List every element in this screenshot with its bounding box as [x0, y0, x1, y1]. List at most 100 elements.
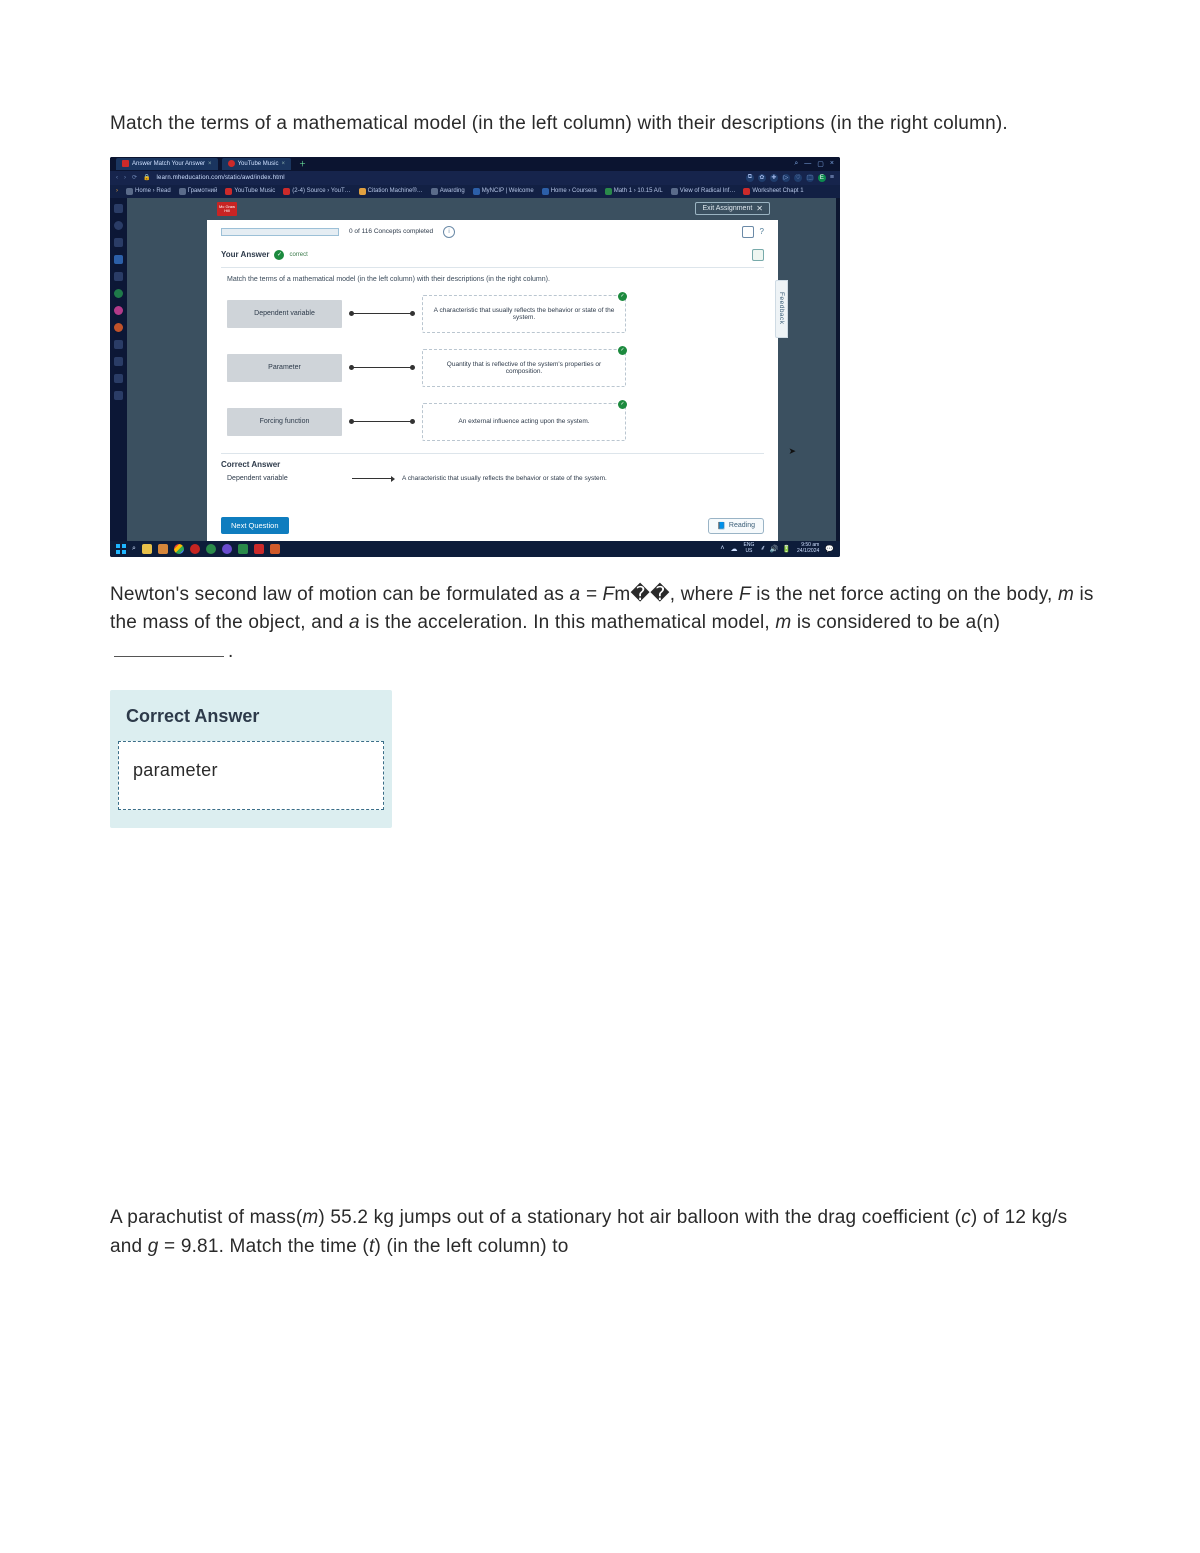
tab-2-title: YouTube Music — [238, 161, 279, 167]
term-box-3[interactable]: Forcing function — [227, 408, 342, 436]
your-answer-header: Your Answer ✓ correct — [221, 246, 764, 268]
addr-kebab-icon[interactable]: ≡ — [830, 174, 834, 181]
addr-profile-icon[interactable]: E — [818, 174, 826, 182]
desc-text-1: A characteristic that usually reflects t… — [429, 307, 619, 321]
correct-answer-card: Correct Answer parameter — [110, 690, 392, 828]
question-3-text: A parachutist of mass(m) 55.2 kg jumps o… — [110, 1204, 1100, 1261]
addr-icon-6[interactable]: ⬚ — [806, 174, 814, 182]
taskbar-app-icon-5[interactable] — [254, 544, 264, 554]
bookmark-3[interactable]: YouTube Music — [225, 188, 275, 195]
rail-icon-1[interactable] — [114, 204, 123, 213]
rail-icon-3[interactable] — [114, 238, 123, 247]
rail-icon-12[interactable] — [114, 391, 123, 400]
desc-text-3: An external influence acting upon the sy… — [458, 418, 589, 425]
window-max-icon[interactable]: ▢ — [817, 160, 824, 168]
feedback-tab[interactable]: Feedback — [775, 280, 788, 338]
lock-icon: 🔒 — [143, 174, 150, 181]
browser-tab-2[interactable]: YouTube Music × — [222, 158, 291, 170]
tray-wifi-icon[interactable]: ⸙ — [760, 544, 765, 553]
rail-icon-8[interactable] — [114, 323, 123, 332]
addr-icon-4[interactable]: ▷ — [782, 174, 790, 182]
window-search-icon[interactable]: ⌕ — [794, 160, 798, 168]
taskbar-chrome-icon[interactable] — [174, 544, 184, 554]
browser-tab-1[interactable]: Answer Match Your Answer × — [116, 158, 218, 170]
inner-instructions: Match the terms of a mathematical model … — [227, 276, 764, 283]
addr-icon-3[interactable]: ✚ — [770, 174, 778, 182]
bookmark-9[interactable]: Math 1 › 10.15 A/L — [605, 188, 663, 195]
rail-icon-5[interactable] — [114, 272, 123, 281]
new-tab-button[interactable]: ＋ — [295, 159, 306, 169]
tab-2-close-icon[interactable]: × — [281, 161, 285, 167]
taskbar-app-icon-4[interactable] — [238, 544, 248, 554]
rail-icon-7[interactable] — [114, 306, 123, 315]
taskbar-app-icon-2[interactable] — [206, 544, 216, 554]
tray-battery-icon[interactable]: 🔋 — [782, 545, 791, 553]
desc-2-correct-icon: ✓ — [618, 346, 627, 355]
reading-button[interactable]: 📘 Reading — [708, 518, 764, 534]
question-2-text: Newton's second law of motion can be for… — [110, 581, 1100, 667]
start-button-icon[interactable] — [116, 544, 126, 554]
reading-label: Reading — [729, 522, 755, 529]
bookmark-7[interactable]: MyNCIP | Welcome — [473, 188, 534, 195]
next-question-button[interactable]: Next Question — [221, 517, 289, 534]
desc-box-3[interactable]: An external influence acting upon the sy… — [422, 403, 626, 441]
bookmark-2[interactable]: Грамотний — [179, 188, 218, 195]
rail-icon-6[interactable] — [114, 289, 123, 298]
addr-icon-2[interactable]: ✿ — [758, 174, 766, 182]
tray-chevron-up-icon[interactable]: ˄ — [720, 545, 724, 552]
bookmark-11[interactable]: Worksheet Chapt 1 — [743, 188, 803, 195]
rail-icon-11[interactable] — [114, 374, 123, 383]
desc-box-1[interactable]: A characteristic that usually reflects t… — [422, 295, 626, 333]
addr-icon-5[interactable]: ♡ — [794, 174, 802, 182]
nav-reload-icon[interactable]: ⟳ — [132, 174, 137, 181]
app-header: Mc Graw Hill Exit Assignment ✕ — [127, 198, 836, 220]
embedded-screenshot: Answer Match Your Answer × YouTube Music… — [110, 157, 840, 557]
tray-clock[interactable]: 9:50 am24/1/2024 — [797, 543, 819, 554]
desc-box-2[interactable]: Quantity that is reflective of the syste… — [422, 349, 626, 387]
progress-info-icon[interactable]: i — [443, 226, 455, 238]
window-min-icon[interactable]: — — [804, 160, 811, 167]
rail-icon-2[interactable] — [114, 221, 123, 230]
taskbar-search-icon[interactable]: ⌕ — [132, 545, 136, 553]
window-close-icon[interactable]: × — [830, 160, 834, 167]
fill-in-blank[interactable] — [114, 638, 224, 656]
rail-icon-9[interactable] — [114, 340, 123, 349]
rail-icon-4[interactable] — [114, 255, 123, 264]
bookmarks-bar: › Home › Read Грамотний YouTube Music (2… — [110, 185, 840, 198]
tab-1-close-icon[interactable]: × — [208, 161, 212, 167]
tray-cloud-icon[interactable]: ☁ — [731, 545, 738, 553]
taskbar-app-icon-3[interactable] — [222, 544, 232, 554]
taskbar-app-icon-6[interactable] — [270, 544, 280, 554]
bookmark-10[interactable]: View of Radical Inf… — [671, 188, 736, 195]
taskbar-explorer-icon[interactable] — [142, 544, 152, 554]
window-controls: ⌕ — ▢ × — [794, 157, 834, 171]
bookmark-6[interactable]: Awarding — [431, 188, 465, 195]
bookmark-5[interactable]: Citation Machine®… — [359, 188, 423, 195]
taskbar-opera-icon[interactable] — [190, 544, 200, 554]
page-url[interactable]: learn.mheducation.com/static/awd/index.h… — [157, 175, 285, 181]
favicon-youtube-icon — [228, 160, 235, 167]
bookmark-4[interactable]: (2-4) Source › YouT… — [283, 188, 350, 195]
question-1-text: Match the terms of a mathematical model … — [110, 110, 1100, 139]
your-answer-sound-icon[interactable] — [752, 249, 764, 261]
bookmark-1[interactable]: Home › Read — [126, 188, 171, 195]
exit-assignment-button[interactable]: Exit Assignment ✕ — [695, 202, 770, 215]
tray-notif-icon[interactable]: 💬 — [825, 545, 834, 553]
tray-volume-icon[interactable]: 🔊 — [770, 545, 779, 553]
match-row-2: Parameter Quantity that is reflective of… — [227, 349, 764, 387]
bookmark-8[interactable]: Home › Coursera — [542, 188, 597, 195]
progress-toolbar-icon-1[interactable] — [742, 226, 754, 238]
rail-icon-10[interactable] — [114, 357, 123, 366]
progress-help-icon[interactable]: ? — [760, 227, 764, 236]
nav-forward-icon[interactable]: › — [124, 175, 126, 181]
nav-back-icon[interactable]: ‹ — [116, 175, 118, 181]
bookmarks-chevron-icon[interactable]: › — [116, 188, 118, 194]
window-titlebar: Answer Match Your Answer × YouTube Music… — [110, 157, 840, 171]
term-box-1[interactable]: Dependent variable — [227, 300, 342, 328]
tray-language[interactable]: ENGUS — [744, 543, 755, 554]
tab-1-title: Answer Match Your Answer — [132, 161, 205, 167]
term-box-2[interactable]: Parameter — [227, 354, 342, 382]
addr-icon-1[interactable]: ⧉ — [746, 174, 754, 182]
your-answer-label: Your Answer — [221, 250, 269, 259]
taskbar-app-icon-1[interactable] — [158, 544, 168, 554]
